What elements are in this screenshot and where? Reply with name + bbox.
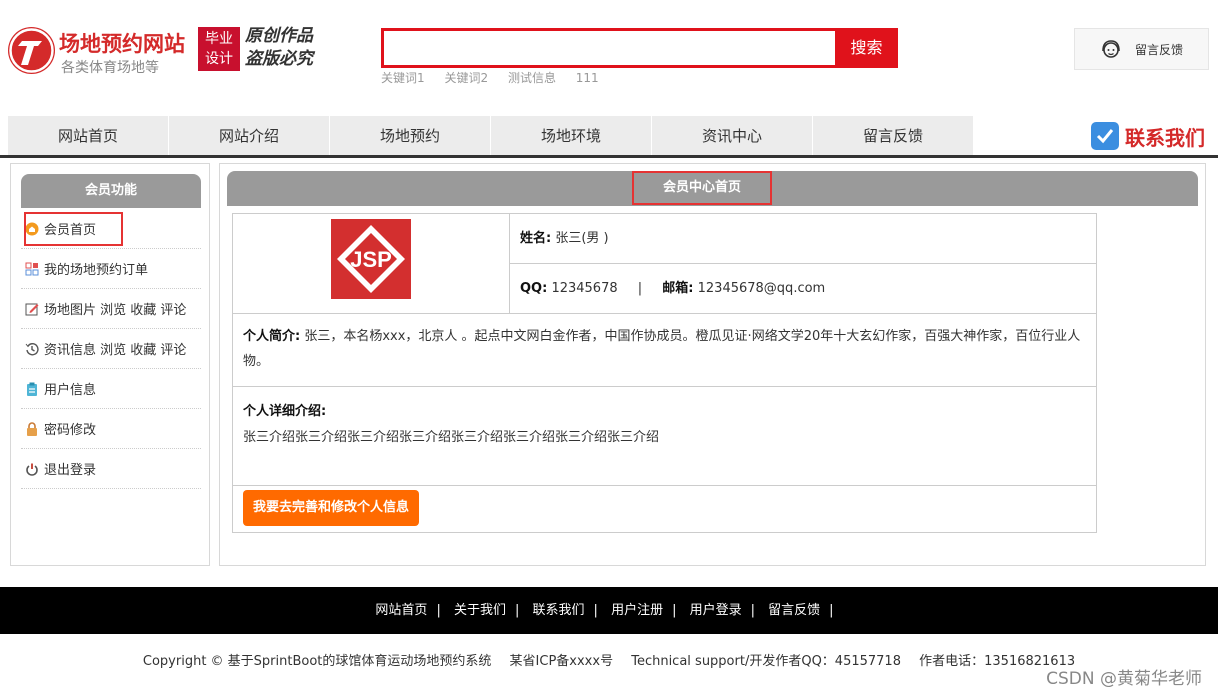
copyright-text: Copyright © 基于SprintBoot的球馆体育运动场地预约系统: [142, 654, 492, 669]
search-button[interactable]: 搜索: [835, 28, 898, 68]
bio-text: 张三，本名杨xxx，北京人 。起点中文网白金作者，中国作协成员。橙瓜见证·网络文…: [243, 329, 1081, 369]
footer-sep: |: [593, 603, 598, 618]
name-row: 姓名: 张三(男 ): [510, 214, 1096, 263]
sidebar-item-news-info[interactable]: 资讯信息 浏览 收藏 评论: [21, 329, 201, 369]
keyword-link[interactable]: 111: [576, 71, 599, 85]
sidebar-item-label: 场地图片 浏览 收藏 评论: [44, 303, 187, 318]
badge-line1: 毕业: [205, 31, 233, 47]
footer-links: 网站首页 | 关于我们 | 联系我们 | 用户注册 | 用户登录 | 留言反馈 |: [0, 587, 1218, 634]
email-value: 12345678@qq.com: [697, 281, 826, 296]
contact-row: QQ: 12345678 | 邮箱: 12345678@qq.com: [510, 263, 1096, 313]
detail-label: 个人详细介绍:: [243, 404, 327, 419]
footer-link-feedback[interactable]: 留言反馈: [768, 603, 820, 618]
contact-us-link[interactable]: 联系我们: [1091, 120, 1205, 152]
edit-icon: [25, 302, 39, 316]
sidebar-item-user-info[interactable]: 用户信息: [21, 369, 201, 409]
hot-keywords: 关键词1 关键词2 测试信息 111: [381, 69, 615, 86]
site-title: 场地预约网站: [59, 32, 185, 56]
avatar-text: JSP: [350, 247, 392, 272]
footer-link-about[interactable]: 关于我们: [454, 603, 506, 618]
footer-sep: |: [514, 603, 520, 618]
member-sidebar: 会员功能 会员首页 我的场地预约订单 场地图片 浏览 收藏 评论 资讯信息 浏览…: [10, 163, 210, 566]
footer-sep: |: [672, 603, 677, 618]
profile-table: JSP 姓名: 张三(男 ) QQ: 12345678 | 邮箱: 123456…: [232, 213, 1097, 533]
power-icon: [25, 462, 39, 476]
panel-header: 会员中心首页: [227, 171, 1198, 206]
sidebar-item-label: 退出登录: [44, 463, 97, 478]
sidebar-item-label: 会员首页: [44, 223, 97, 238]
history-icon: [25, 342, 39, 356]
detail-text: 张三介绍张三介绍张三介绍张三介绍张三介绍张三介绍张三介绍张三介绍: [243, 430, 660, 445]
keyword-link[interactable]: 关键词2: [444, 71, 488, 85]
feedback-label: 留言反馈: [1135, 43, 1184, 57]
site-logo[interactable]: [8, 27, 55, 74]
edit-profile-button[interactable]: 我要去完善和修改个人信息: [243, 490, 419, 526]
feedback-button[interactable]: 留言反馈: [1074, 28, 1209, 70]
footer-sep: |: [829, 603, 834, 618]
detail-row: 个人详细介绍: 张三介绍张三介绍张三介绍张三介绍张三介绍张三介绍张三介绍张三介绍: [233, 387, 1096, 486]
keyword-link[interactable]: 测试信息: [508, 71, 556, 85]
headset-icon: [1102, 40, 1120, 58]
phone-check-icon: [1091, 122, 1119, 150]
sidebar-item-my-orders[interactable]: 我的场地预约订单: [21, 249, 201, 289]
original-work-stamp: 原创作品 盗版必究: [245, 25, 327, 71]
lock-icon: [25, 421, 39, 436]
panel-title: 会员中心首页: [632, 171, 772, 205]
sidebar-item-member-home[interactable]: 会员首页: [21, 209, 201, 249]
keyword-link[interactable]: 关键词1: [381, 71, 425, 85]
avatar: JSP: [331, 219, 411, 299]
footer-link-home[interactable]: 网站首页: [375, 603, 427, 618]
site-subtitle: 各类体育场地等: [61, 60, 159, 76]
contact-us-label: 联系我们: [1125, 125, 1205, 150]
graduation-badge: 毕业 设计: [198, 27, 240, 71]
sidebar-item-label: 我的场地预约订单: [44, 263, 149, 278]
footer-sep: |: [750, 603, 756, 618]
footer-link-login[interactable]: 用户登录: [690, 603, 742, 618]
bio-label: 个人简介:: [243, 329, 301, 344]
sidebar-item-label: 密码修改: [44, 423, 97, 438]
nav-about[interactable]: 网站介绍: [169, 116, 329, 156]
nav-news[interactable]: 资讯中心: [652, 116, 812, 156]
member-center-panel: 会员中心首页 JSP 姓名: 张三(男 ) QQ: 12345678 | 邮箱:…: [219, 163, 1206, 566]
icp-text: 某省ICP备xxxx号: [509, 654, 614, 669]
bio-row: 个人简介: 张三，本名杨xxx，北京人 。起点中文网白金作者，中国作协成员。橙瓜…: [233, 314, 1096, 387]
nav-feedback[interactable]: 留言反馈: [813, 116, 973, 156]
original-line1: 原创作品: [245, 26, 313, 46]
nav-divider: [0, 155, 1218, 158]
search-input[interactable]: [381, 28, 836, 68]
sidebar-title: 会员功能: [21, 174, 201, 208]
sidebar-item-label: 用户信息: [44, 383, 97, 398]
grid-icon: [25, 262, 39, 276]
sidebar-item-venue-pictures[interactable]: 场地图片 浏览 收藏 评论: [21, 289, 201, 329]
copyright-line: Copyright © 基于SprintBoot的球馆体育运动场地预约系统 某省…: [0, 650, 1218, 669]
sidebar-item-label: 资讯信息 浏览 收藏 评论: [44, 343, 187, 358]
csdn-watermark: CSDN @黄菊华老师: [1046, 669, 1202, 689]
name-label: 姓名:: [520, 231, 552, 246]
badge-line2: 设计: [205, 51, 233, 67]
nav-home[interactable]: 网站首页: [8, 116, 168, 156]
name-value: 张三(男 ): [555, 231, 609, 246]
email-label: 邮箱:: [662, 281, 694, 296]
main-nav: 网站首页 网站介绍 场地预约 场地环境 资讯中心 留言反馈: [8, 116, 974, 156]
qq-value: 12345678: [551, 281, 618, 296]
qq-label: QQ:: [520, 281, 548, 296]
sidebar-item-logout[interactable]: 退出登录: [21, 449, 201, 489]
footer-link-register[interactable]: 用户注册: [611, 603, 663, 618]
clipboard-icon: [25, 382, 39, 396]
original-line2: 盗版必究: [245, 49, 313, 69]
divider: |: [637, 281, 643, 296]
nav-venue-environment[interactable]: 场地环境: [491, 116, 651, 156]
footer-link-contact[interactable]: 联系我们: [533, 603, 585, 618]
support-text: Technical support/开发作者QQ：45157718: [631, 654, 901, 669]
home-icon: [25, 222, 39, 236]
nav-venue-booking[interactable]: 场地预约: [330, 116, 490, 156]
footer-sep: |: [436, 603, 441, 618]
sidebar-item-change-password[interactable]: 密码修改: [21, 409, 201, 449]
